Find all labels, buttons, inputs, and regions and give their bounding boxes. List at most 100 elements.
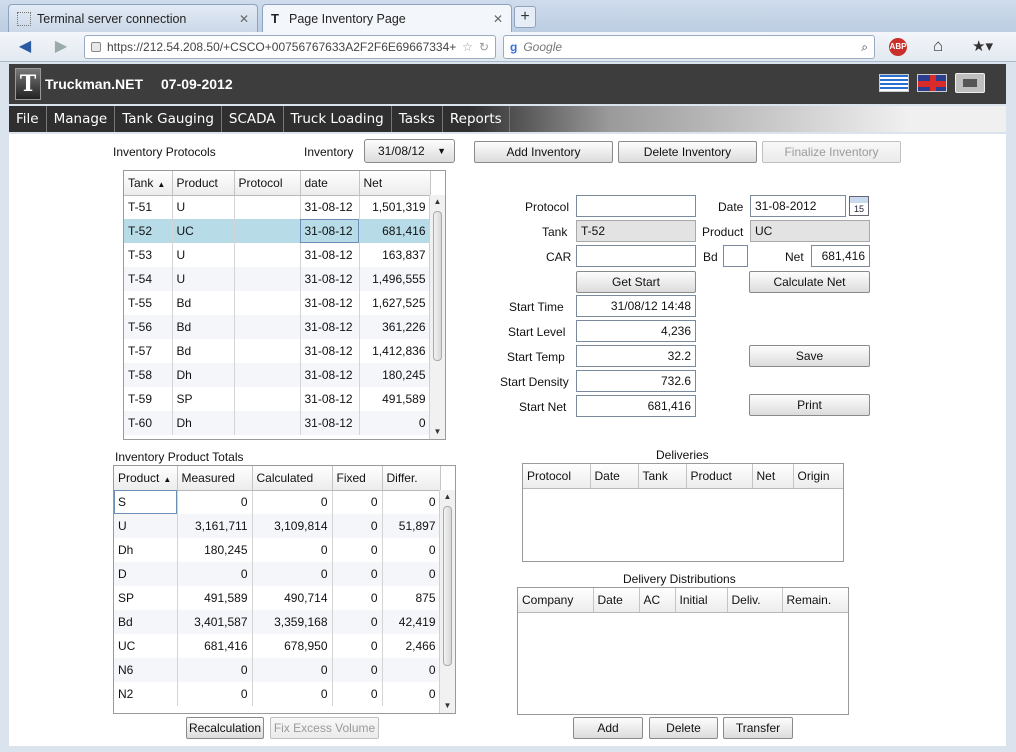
table-cell[interactable]: 31-08-12	[300, 267, 360, 291]
table-cell[interactable]: 0	[332, 658, 383, 682]
table-cell[interactable]: U	[172, 243, 235, 267]
table-cell[interactable]: 0	[177, 490, 253, 514]
table-cell[interactable]: 3,109,814	[252, 514, 333, 538]
table-cell[interactable]: 0	[359, 411, 431, 435]
close-icon[interactable]: ✕	[239, 12, 249, 26]
col-header-deliv[interactable]: Deliv.	[727, 588, 783, 613]
table-cell[interactable]: UC	[114, 634, 178, 658]
close-icon[interactable]: ✕	[493, 12, 503, 26]
table-cell[interactable]: 0	[332, 514, 383, 538]
col-header-origin[interactable]: Origin	[793, 464, 843, 489]
col-header-product[interactable]: Product	[172, 171, 235, 196]
delete-inventory-button[interactable]: Delete Inventory	[618, 141, 757, 163]
table-row[interactable]: D0000	[114, 562, 441, 586]
totals-scrollbar[interactable]: ▲ ▼	[439, 490, 455, 713]
table-cell[interactable]: 31-08-12	[300, 315, 360, 339]
start-time-field[interactable]: 31/08/12 14:48	[576, 295, 696, 317]
get-start-button[interactable]: Get Start	[576, 271, 696, 293]
table-cell[interactable]: 0	[177, 682, 253, 706]
table-cell[interactable]: T-60	[124, 411, 173, 435]
table-row[interactable]: T-52 UC 31-08-12 681,416	[124, 219, 431, 243]
table-row[interactable]: SP 491,589 490,714 0 875	[114, 586, 441, 610]
table-row[interactable]: T-54 U 31-08-12 1,496,555	[124, 267, 431, 291]
col-header-tank[interactable]: Tank	[638, 464, 687, 489]
table-cell[interactable]: 0	[177, 658, 253, 682]
table-cell[interactable]: UC	[172, 219, 235, 243]
table-cell[interactable]: 51,897	[382, 514, 441, 538]
table-cell[interactable]: 0	[382, 562, 441, 586]
table-row[interactable]: T-51 U 31-08-12 1,501,319	[124, 195, 431, 219]
col-header-ac[interactable]: AC	[639, 588, 676, 613]
table-row[interactable]: T-58 Dh 31-08-12 180,245	[124, 363, 431, 387]
col-header-differ[interactable]: Differ.	[382, 466, 441, 491]
table-cell[interactable]	[234, 387, 301, 411]
table-cell[interactable]: 0	[252, 562, 333, 586]
table-cell[interactable]: 0	[382, 682, 441, 706]
table-cell[interactable]: T-51	[124, 195, 173, 219]
table-cell[interactable]: 490,714	[252, 586, 333, 610]
new-tab-button[interactable]: +	[514, 6, 536, 28]
address-bar[interactable]: https://212.54.208.50/+CSCO+00756767633A…	[84, 35, 496, 59]
table-cell[interactable]: Bd	[172, 315, 235, 339]
col-header-calculated[interactable]: Calculated	[252, 466, 333, 491]
table-cell[interactable]: Dh	[172, 411, 235, 435]
table-row[interactable]: T-57 Bd 31-08-12 1,412,836	[124, 339, 431, 363]
table-cell[interactable]: 3,401,587	[177, 610, 253, 634]
star-icon[interactable]: ☆	[462, 40, 473, 54]
menu-reports[interactable]: Reports	[443, 106, 510, 132]
save-button[interactable]: Save	[749, 345, 870, 367]
table-cell[interactable]: T-54	[124, 267, 173, 291]
protocol-field[interactable]	[576, 195, 696, 217]
table-row[interactable]: UC 681,416 678,950 0 2,466	[114, 634, 441, 658]
table-cell[interactable]: T-56	[124, 315, 173, 339]
table-row[interactable]: Bd 3,401,587 3,359,168 0 42,419	[114, 610, 441, 634]
col-header-protocol[interactable]: Protocol	[523, 464, 591, 489]
bd-field[interactable]	[723, 245, 748, 267]
table-cell[interactable]: 491,589	[359, 387, 431, 411]
col-header-date[interactable]: Date	[593, 588, 640, 613]
table-cell[interactable]	[234, 363, 301, 387]
table-cell[interactable]: 0	[252, 658, 333, 682]
table-cell[interactable]: 0	[332, 610, 383, 634]
home-icon[interactable]: ⌂	[933, 36, 943, 56]
table-cell[interactable]	[234, 243, 301, 267]
table-cell[interactable]: T-55	[124, 291, 173, 315]
table-cell[interactable]: 0	[332, 586, 383, 610]
table-cell[interactable]: 31-08-12	[300, 387, 360, 411]
table-cell[interactable]: T-58	[124, 363, 173, 387]
table-cell[interactable]: 180,245	[359, 363, 431, 387]
table-cell[interactable]	[234, 339, 301, 363]
table-cell[interactable]: 31-08-12	[300, 411, 360, 435]
table-cell[interactable]: T-52	[124, 219, 173, 243]
scroll-up-icon[interactable]: ▲	[440, 490, 455, 504]
browser-tab-terminal[interactable]: Terminal server connection ✕	[8, 4, 258, 32]
recalculation-button[interactable]: Recalculation	[186, 717, 264, 739]
col-header-date[interactable]: Date	[590, 464, 639, 489]
table-row[interactable]: N6 0 0 0 0	[114, 658, 441, 682]
menu-tasks[interactable]: Tasks	[392, 106, 443, 132]
start-net-field[interactable]: 681,416	[576, 395, 696, 417]
scroll-up-icon[interactable]: ▲	[430, 195, 445, 209]
table-cell[interactable]: T-59	[124, 387, 173, 411]
table-cell[interactable]: D	[114, 562, 178, 586]
scroll-thumb[interactable]	[433, 211, 442, 361]
table-row[interactable]: T-55 Bd 31-08-12 1,627,525	[124, 291, 431, 315]
forward-arrow-icon[interactable]: ▶	[50, 36, 72, 58]
table-cell[interactable]	[234, 291, 301, 315]
table-cell[interactable]: 180,245	[177, 538, 253, 562]
adblock-icon[interactable]: ABP	[889, 38, 907, 56]
scroll-down-icon[interactable]: ▼	[440, 699, 455, 713]
table-cell[interactable]: 0	[332, 538, 383, 562]
table-cell[interactable]: SP	[172, 387, 235, 411]
date-field[interactable]: 31-08-2012	[750, 195, 846, 217]
menu-truck-loading[interactable]: Truck Loading	[284, 106, 392, 132]
table-row[interactable]: Dh 180,245 0 0 0	[114, 538, 441, 562]
product-field[interactable]: UC	[750, 220, 870, 242]
table-cell[interactable]: U	[172, 267, 235, 291]
table-cell[interactable]: Dh	[114, 538, 178, 562]
table-cell[interactable]: 0	[332, 490, 383, 514]
table-cell[interactable]: 0	[382, 490, 441, 514]
keyboard-icon[interactable]	[955, 73, 985, 93]
search-bar[interactable]: g Google ⌕	[503, 35, 875, 59]
menu-manage[interactable]: Manage	[47, 106, 116, 132]
